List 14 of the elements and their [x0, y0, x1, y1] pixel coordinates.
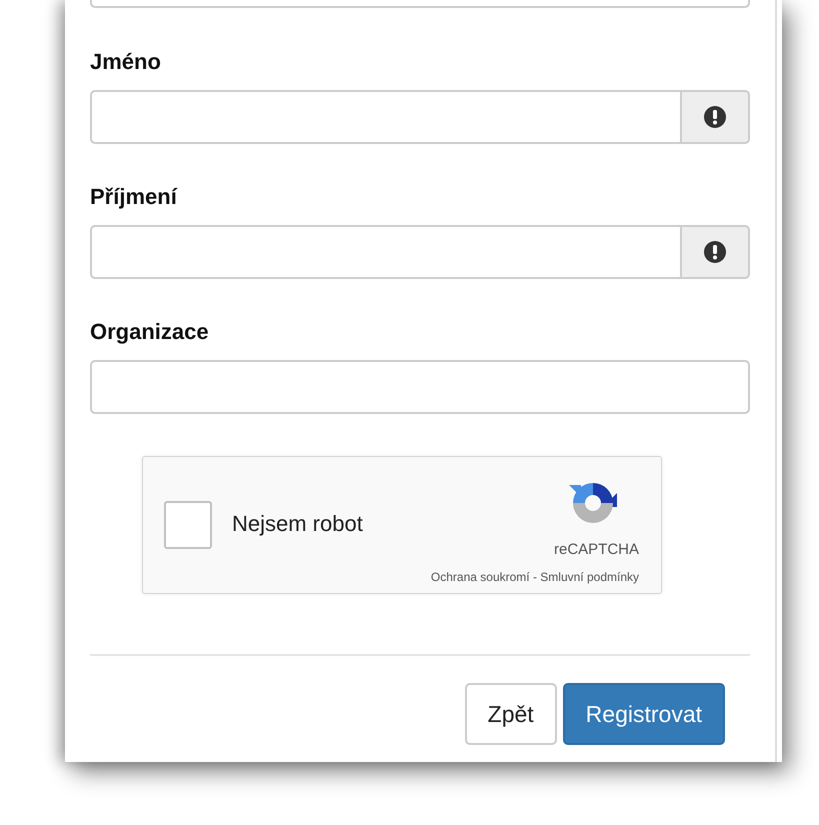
back-button[interactable]: Zpět: [464, 683, 557, 745]
field-label: Organizace: [90, 318, 209, 346]
text-field[interactable]: [90, 225, 750, 279]
captcha-label: Nejsem robot: [232, 511, 363, 537]
exclamation-icon: [703, 240, 727, 264]
field-label: Příjmení: [90, 183, 177, 211]
field-label: Jméno: [90, 48, 161, 76]
exclamation-icon: [703, 105, 727, 129]
captcha-brand: reCAPTCHA: [554, 541, 639, 558]
text-field[interactable]: [90, 90, 750, 144]
captcha-links[interactable]: Ochrana soukromí - Smluvní podmínky: [430, 570, 639, 584]
register-button[interactable]: Registrovat: [562, 683, 725, 745]
text-field[interactable]: [90, 360, 750, 414]
captcha-checkbox[interactable]: [164, 501, 212, 549]
